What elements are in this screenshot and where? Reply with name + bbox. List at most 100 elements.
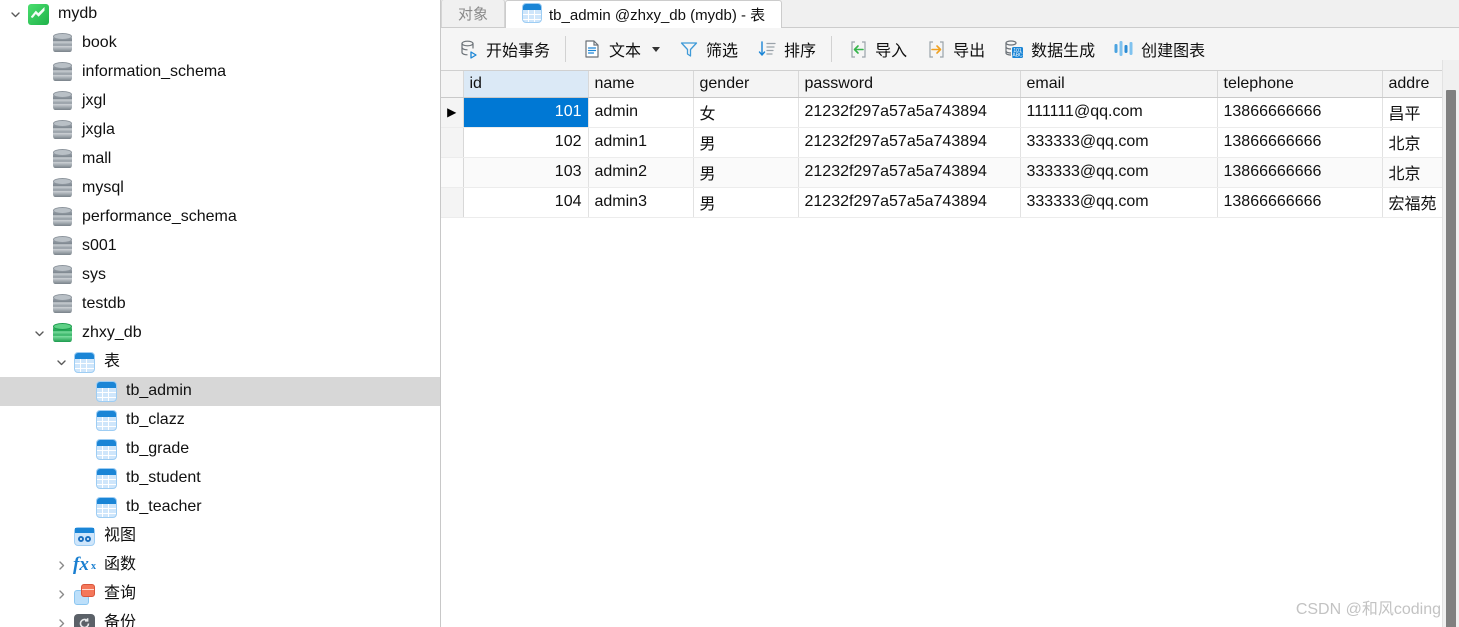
toolbar-button-data-generation[interactable]: 101 ABC 数据生成 [994, 34, 1104, 65]
tab-objects[interactable]: 对象 [441, 0, 506, 27]
cell-id[interactable]: 101 [463, 97, 589, 128]
tree-item-information_schema[interactable]: information_schema [0, 58, 440, 87]
cell-name[interactable]: admin2 [588, 157, 694, 188]
tree-item-zhxy_db[interactable]: zhxy_db [0, 319, 440, 348]
tree-item-tb_clazz[interactable]: tb_clazz [0, 406, 440, 435]
tree-item-book[interactable]: book [0, 29, 440, 58]
cell-email[interactable]: 333333@qq.com [1020, 127, 1218, 158]
tree-item-mysql[interactable]: mysql [0, 174, 440, 203]
cell-password[interactable]: 21232f297a57a5a743894 [798, 187, 1021, 218]
tree-item-mydb[interactable]: mydb [0, 0, 440, 29]
column-header-telephone[interactable]: telephone [1217, 71, 1383, 98]
tree-item-label: performance_schema [82, 207, 237, 225]
chevron-down-icon[interactable] [652, 46, 661, 52]
chevron-right-icon[interactable] [50, 617, 72, 627]
cell-id[interactable]: 104 [463, 187, 589, 218]
cell-telephone[interactable]: 13866666666 [1217, 97, 1383, 128]
cell-telephone[interactable]: 13866666666 [1217, 187, 1383, 218]
chevron-down-icon[interactable] [4, 8, 26, 21]
tree-item-jxgla[interactable]: jxgla [0, 116, 440, 145]
vertical-scrollbar-thumb[interactable] [1446, 90, 1456, 627]
database-icon [50, 207, 74, 229]
row-marker[interactable]: ▶ [441, 97, 464, 128]
import-icon [847, 38, 869, 60]
tree-item-备份[interactable]: 备份 [0, 609, 440, 627]
cell-gender[interactable]: 男 [693, 157, 799, 188]
data-grid[interactable]: id name gender password email telephone addre ▶… [441, 71, 1459, 218]
data-toolbar[interactable]: 开始事务 文本 筛选 排序 导入 导出 101 ABC 数据生成 创建图表 [441, 28, 1459, 71]
tab-table-view[interactable]: tb_admin @zhxy_db (mydb) - 表 [505, 0, 783, 28]
toolbar-button-import[interactable]: 导入 [838, 34, 916, 65]
cell-email[interactable]: 333333@qq.com [1020, 187, 1218, 218]
column-header-name[interactable]: name [588, 71, 694, 98]
tab-strip[interactable]: 对象 tb_admin @zhxy_db (mydb) - 表 [441, 0, 1459, 28]
results-table[interactable]: id name gender password email telephone addre ▶… [441, 71, 1444, 218]
cell-name[interactable]: admin3 [588, 187, 694, 218]
cell-password[interactable]: 21232f297a57a5a743894 [798, 157, 1021, 188]
cell-name[interactable]: admin1 [588, 127, 694, 158]
tree-item-函数[interactable]: fx x 函数 [0, 551, 440, 580]
tree-item-tb_grade[interactable]: tb_grade [0, 435, 440, 464]
chevron-right-icon[interactable] [50, 588, 72, 601]
row-marker[interactable] [441, 157, 464, 188]
column-header-email[interactable]: email [1020, 71, 1218, 98]
tree-item-查询[interactable]: 查询 [0, 580, 440, 609]
cell-gender[interactable]: 男 [693, 127, 799, 158]
cell-name[interactable]: admin [588, 97, 694, 128]
tree-item-sys[interactable]: sys [0, 261, 440, 290]
toolbar-button-label: 创建图表 [1141, 43, 1206, 60]
toolbar-button-text[interactable]: 文本 [572, 34, 669, 65]
column-header-addre[interactable]: addre [1382, 71, 1444, 98]
column-header-gender[interactable]: gender [693, 71, 799, 98]
cell-gender[interactable]: 男 [693, 187, 799, 218]
tree-item-s001[interactable]: s001 [0, 232, 440, 261]
toolbar-button-filter[interactable]: 筛选 [669, 34, 747, 65]
cell-email[interactable]: 333333@qq.com [1020, 157, 1218, 188]
cell-gender[interactable]: 女 [693, 97, 799, 128]
tree-item-mall[interactable]: mall [0, 145, 440, 174]
table-row[interactable]: ▶ 101 admin 女 21232f297a57a5a743894 111111@qq… [441, 97, 1444, 128]
tree-item-tb_student[interactable]: tb_student [0, 464, 440, 493]
toolbar-button-export[interactable]: 导出 [916, 34, 994, 65]
column-header-password[interactable]: password [798, 71, 1021, 98]
tree-item-jxgl[interactable]: jxgl [0, 87, 440, 116]
table-folder-icon [72, 352, 96, 374]
table-icon [94, 497, 118, 519]
row-marker[interactable] [441, 127, 464, 158]
tree-item-testdb[interactable]: testdb [0, 290, 440, 319]
tree-item-表[interactable]: 表 [0, 348, 440, 377]
data-generation-icon: 101 ABC [1003, 38, 1025, 60]
tree-item-label: mall [82, 149, 112, 167]
toolbar-button-label: 文本 [609, 43, 642, 60]
table-row[interactable]: 104 admin3 男 21232f297a57a5a743894 333333@qq… [441, 187, 1444, 218]
vertical-scrollbar[interactable] [1442, 60, 1459, 627]
chevron-right-icon[interactable] [50, 559, 72, 572]
column-header-id[interactable]: id [463, 71, 589, 98]
object-tree-sidebar[interactable]: mydb book information_schema jxgl jxgla mall m… [0, 0, 441, 627]
cell-password[interactable]: 21232f297a57a5a743894 [798, 127, 1021, 158]
cell-addre[interactable]: 北京 [1382, 157, 1444, 188]
cell-id[interactable]: 103 [463, 157, 589, 188]
cell-telephone[interactable]: 13866666666 [1217, 157, 1383, 188]
tree-item-tb_teacher[interactable]: tb_teacher [0, 493, 440, 522]
tree-item-视图[interactable]: 视图 [0, 522, 440, 551]
table-row[interactable]: 102 admin1 男 21232f297a57a5a743894 333333@qq… [441, 127, 1444, 158]
svg-text:ABC: ABC [1012, 52, 1023, 58]
cell-password[interactable]: 21232f297a57a5a743894 [798, 97, 1021, 128]
chevron-down-icon[interactable] [50, 356, 72, 369]
toolbar-button-sort[interactable]: 排序 [747, 34, 825, 65]
toolbar-button-begin-transaction[interactable]: 开始事务 [449, 34, 559, 65]
row-marker[interactable] [441, 187, 464, 218]
tree-item-tb_admin[interactable]: tb_admin [0, 377, 440, 406]
cell-addre[interactable]: 宏福苑 [1382, 187, 1444, 218]
chevron-down-icon[interactable] [28, 327, 50, 340]
cell-addre[interactable]: 昌平 [1382, 97, 1444, 128]
toolbar-button-create-chart[interactable]: 创建图表 [1104, 34, 1214, 65]
cell-addre[interactable]: 北京 [1382, 127, 1444, 158]
cell-telephone[interactable]: 13866666666 [1217, 127, 1383, 158]
table-row[interactable]: 103 admin2 男 21232f297a57a5a743894 333333@qq… [441, 157, 1444, 188]
tree-item-performance_schema[interactable]: performance_schema [0, 203, 440, 232]
cell-email[interactable]: 111111@qq.com [1020, 97, 1218, 128]
table-header-row: id name gender password email telephone addre [441, 71, 1444, 98]
cell-id[interactable]: 102 [463, 127, 589, 158]
